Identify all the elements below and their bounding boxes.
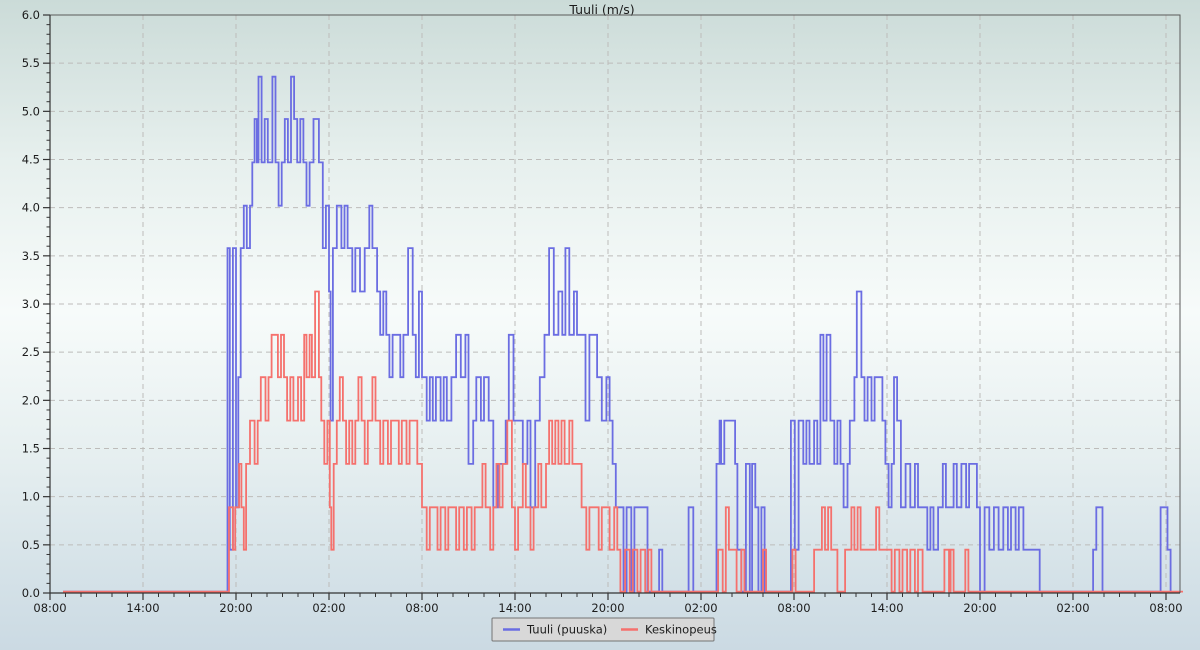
page-background	[0, 0, 1200, 650]
y-tick-label: 6.0	[22, 8, 40, 22]
y-tick-label: 5.5	[22, 56, 40, 70]
y-tick-label: 3.5	[22, 249, 40, 263]
y-tick-label: 2.5	[22, 345, 40, 359]
x-tick-label: 14:00	[498, 601, 531, 615]
x-tick-label: 08:00	[405, 601, 438, 615]
x-tick-label: 20:00	[591, 601, 624, 615]
y-tick-label: 5.0	[22, 104, 40, 118]
x-tick-label: 02:00	[684, 601, 717, 615]
x-tick-label: 08:00	[777, 601, 810, 615]
y-tick-label: 0.5	[22, 538, 40, 552]
legend: Tuuli (puuska) Keskinopeus	[492, 618, 717, 641]
y-tick-label: 4.5	[22, 153, 40, 167]
x-tick-label: 08:00	[33, 601, 66, 615]
x-tick-label: 20:00	[963, 601, 996, 615]
y-tick-label: 0.0	[22, 586, 40, 600]
y-tick-label: 1.0	[22, 490, 40, 504]
legend-label-gust: Tuuli (puuska)	[526, 623, 607, 637]
x-tick-label: 20:00	[219, 601, 252, 615]
wind-chart-page: Tuuli (m/s) 0.00.51.01.52.02.53.03.54.04…	[0, 0, 1200, 650]
x-tick-label: 02:00	[1056, 601, 1089, 615]
y-tick-label: 3.0	[22, 297, 40, 311]
x-tick-label: 14:00	[126, 601, 159, 615]
y-tick-label: 4.0	[22, 201, 40, 215]
wind-chart: Tuuli (m/s) 0.00.51.01.52.02.53.03.54.04…	[0, 0, 1200, 650]
x-tick-label: 14:00	[870, 601, 903, 615]
y-tick-label: 2.0	[22, 393, 40, 407]
x-tick-label: 08:00	[1149, 601, 1182, 615]
legend-label-avg: Keskinopeus	[645, 623, 717, 637]
x-tick-label: 02:00	[312, 601, 345, 615]
y-tick-label: 1.5	[22, 442, 40, 456]
